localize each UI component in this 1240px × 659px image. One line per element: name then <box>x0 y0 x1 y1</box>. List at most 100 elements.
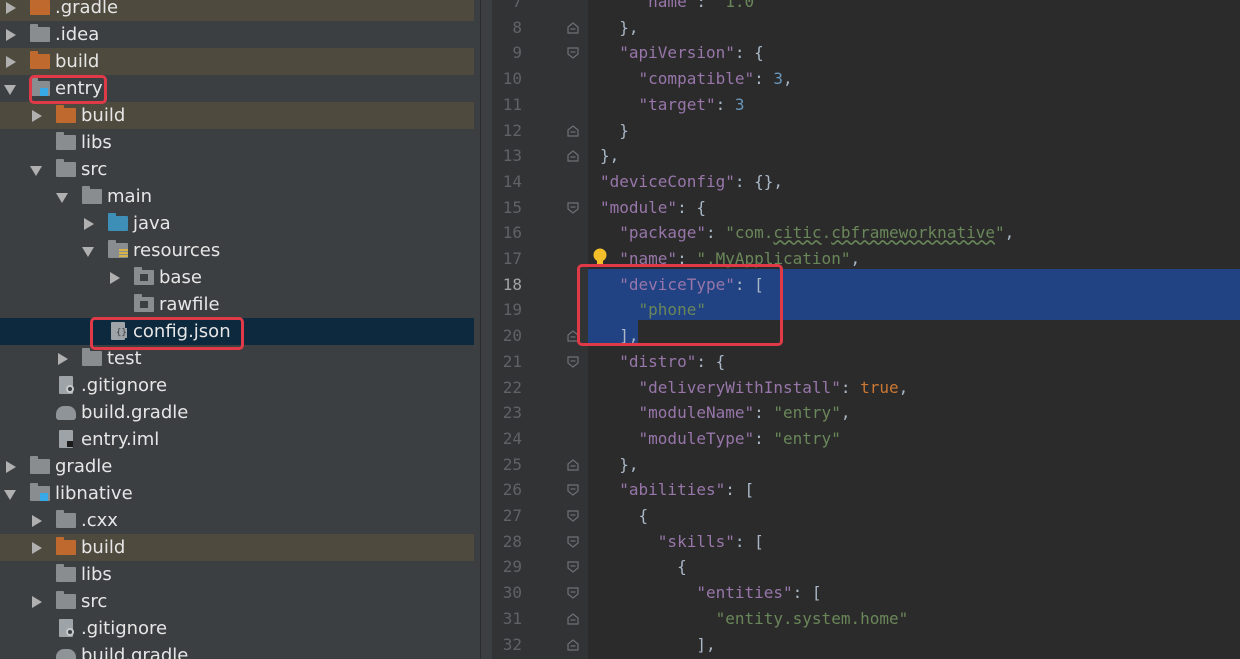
code-line[interactable]: "distro": { <box>600 349 1240 375</box>
fold-marker-icon[interactable] <box>567 124 579 137</box>
tree-item[interactable]: .gitignore <box>0 615 474 642</box>
line-number: 9 <box>512 43 522 63</box>
line-number: 20 <box>502 326 522 346</box>
code-line[interactable]: }, <box>600 15 1240 41</box>
code-line[interactable]: "target": 3 <box>600 92 1240 118</box>
line-number: 13 <box>502 146 522 166</box>
code-line[interactable]: { <box>600 554 1240 580</box>
fold-marker-icon[interactable] <box>567 47 579 60</box>
fold-marker-icon[interactable] <box>567 536 579 548</box>
tree-item[interactable]: build <box>0 102 474 129</box>
tree-item[interactable]: java <box>0 210 474 237</box>
line-number: 19 <box>502 300 522 320</box>
line-number: 10 <box>502 69 522 89</box>
code-line[interactable]: } <box>600 118 1240 144</box>
code-line[interactable]: "name": "1.0" <box>600 0 1240 15</box>
code-line[interactable]: "deviceConfig": {}, <box>600 169 1240 195</box>
folder-icon <box>56 159 76 177</box>
code-line[interactable]: { <box>600 503 1240 529</box>
tree-item-label: java <box>133 213 171 234</box>
package-folder-icon <box>134 294 154 312</box>
tree-item[interactable]: build.gradle <box>0 642 474 659</box>
tree-item[interactable]: build <box>0 534 474 561</box>
tree-item[interactable]: resources <box>0 237 474 264</box>
collapse-arrow-icon[interactable] <box>4 0 18 21</box>
tree-item[interactable]: libnative <box>0 480 474 507</box>
tree-item[interactable]: libs <box>0 129 474 156</box>
tree-item-label: build.gradle <box>81 645 189 659</box>
tree-item-label: rawfile <box>159 294 220 315</box>
folder-blue-icon <box>108 213 128 231</box>
collapse-arrow-icon[interactable] <box>4 48 18 75</box>
code-line[interactable]: "entity.system.home" <box>600 606 1240 632</box>
tree-item[interactable]: build <box>0 48 474 75</box>
line-number: 28 <box>502 531 522 551</box>
fold-marker-icon[interactable] <box>567 484 579 497</box>
tree-item[interactable]: .cxx <box>0 507 474 534</box>
tree-item[interactable]: .gitignore <box>0 372 474 399</box>
fold-marker-icon[interactable] <box>567 613 579 625</box>
fold-marker-icon[interactable] <box>567 150 579 162</box>
folder-icon <box>56 591 76 609</box>
code-line[interactable]: "moduleName": "entry", <box>600 400 1240 426</box>
panel-splitter[interactable] <box>474 0 492 659</box>
line-number: 22 <box>502 377 522 397</box>
code-line[interactable]: "module": { <box>600 195 1240 221</box>
code-line[interactable]: "skills": [ <box>600 529 1240 555</box>
fold-marker-icon[interactable] <box>567 638 579 651</box>
tree-item[interactable]: src <box>0 588 474 615</box>
expand-arrow-icon[interactable] <box>4 480 18 507</box>
line-number: 24 <box>502 428 522 448</box>
code-line[interactable]: ], <box>600 632 1240 658</box>
tree-item[interactable]: gradle <box>0 453 474 480</box>
code-line[interactable]: "abilities": [ <box>600 477 1240 503</box>
code-line[interactable]: "compatible": 3, <box>600 66 1240 92</box>
collapse-arrow-icon[interactable] <box>82 210 96 237</box>
code-line[interactable]: "moduleType": "entry" <box>600 426 1240 452</box>
tree-item[interactable]: rawfile <box>0 291 474 318</box>
fold-marker-icon[interactable] <box>567 21 579 34</box>
code-line[interactable]: }, <box>600 143 1240 169</box>
expand-arrow-icon[interactable] <box>82 237 96 264</box>
expand-arrow-icon[interactable] <box>30 156 44 183</box>
line-number: 8 <box>512 17 522 37</box>
tree-item-label: gradle <box>55 456 113 477</box>
line-number: 26 <box>502 480 522 500</box>
expand-arrow-icon[interactable] <box>56 183 70 210</box>
tree-item[interactable]: main <box>0 183 474 210</box>
code-line[interactable]: "apiVersion": { <box>600 40 1240 66</box>
tree-item-label: build <box>81 537 126 558</box>
collapse-arrow-icon[interactable] <box>4 21 18 48</box>
expand-arrow-icon[interactable] <box>4 75 18 102</box>
fold-marker-icon[interactable] <box>567 587 579 599</box>
tree-item[interactable]: libs <box>0 561 474 588</box>
collapse-arrow-icon[interactable] <box>108 264 122 291</box>
tree-item-label: resources <box>133 240 221 261</box>
collapse-arrow-icon[interactable] <box>30 534 44 561</box>
tree-item-label: base <box>159 267 202 288</box>
fold-marker-icon[interactable] <box>567 201 579 214</box>
line-number: 29 <box>502 557 522 577</box>
tree-item[interactable]: .idea <box>0 21 474 48</box>
tree-item-label: build <box>55 51 100 72</box>
code-line[interactable]: "entities": [ <box>600 580 1240 606</box>
code-line[interactable]: "deliveryWithInstall": true, <box>600 375 1240 401</box>
collapse-arrow-icon[interactable] <box>30 102 44 129</box>
tree-item[interactable]: src <box>0 156 474 183</box>
tree-item[interactable]: base <box>0 264 474 291</box>
collapse-arrow-icon[interactable] <box>30 507 44 534</box>
line-number: 18 <box>502 274 522 294</box>
code-line[interactable]: }, <box>600 452 1240 478</box>
tree-item[interactable]: build.gradle <box>0 399 474 426</box>
code-line[interactable]: "package": "com.citic.cbframeworknative"… <box>600 220 1240 246</box>
collapse-arrow-icon[interactable] <box>30 588 44 615</box>
fold-marker-icon[interactable] <box>567 510 579 522</box>
collapse-arrow-icon[interactable] <box>56 345 70 372</box>
fold-marker-icon[interactable] <box>567 356 579 368</box>
fold-marker-icon[interactable] <box>567 458 579 471</box>
folder-icon <box>56 510 76 528</box>
collapse-arrow-icon[interactable] <box>4 453 18 480</box>
tree-item[interactable]: entry.iml <box>0 426 474 453</box>
tree-item[interactable]: .gradle <box>0 0 474 21</box>
fold-marker-icon[interactable] <box>567 561 579 574</box>
